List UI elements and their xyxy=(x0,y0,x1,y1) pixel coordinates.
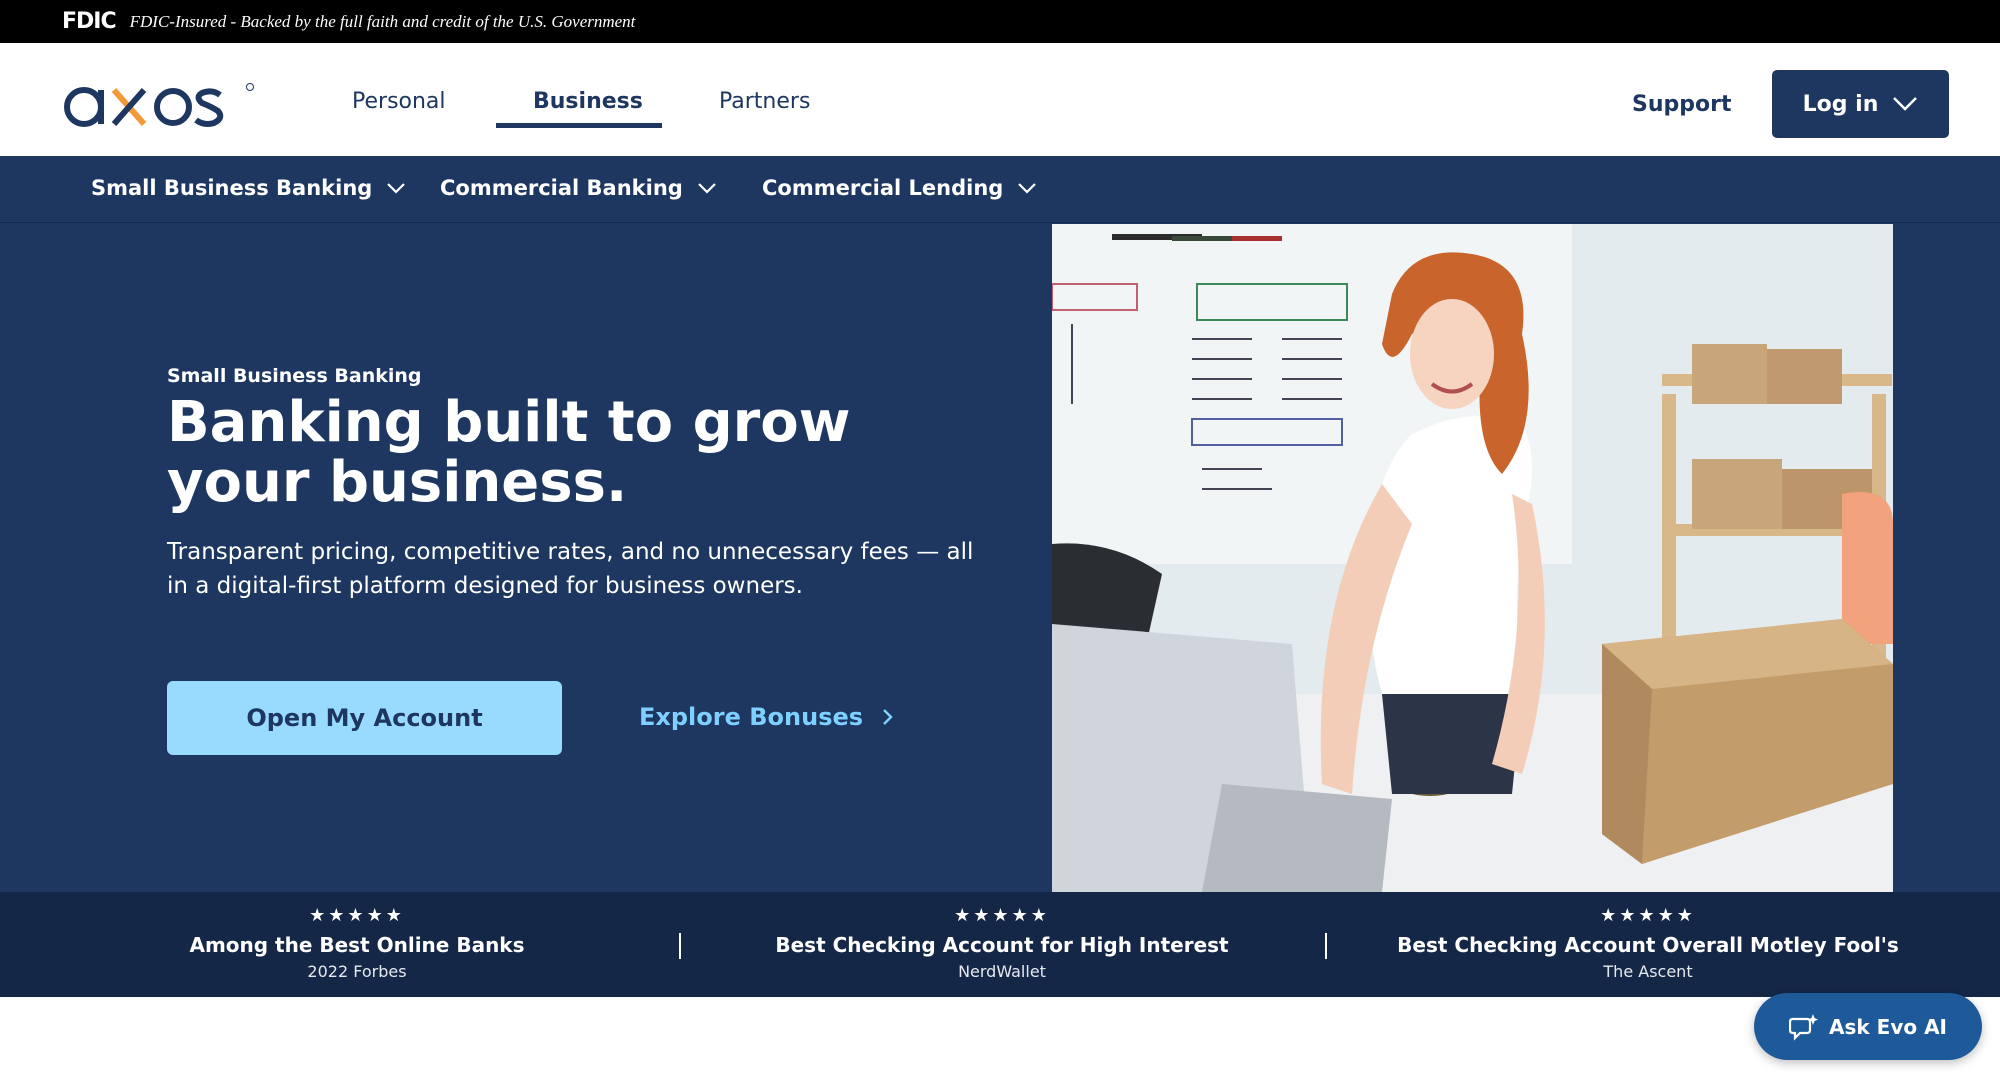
hero-headline: Banking built to grow your business. xyxy=(167,390,851,515)
award-item: ★★★★★ Best Checking Account for High Int… xyxy=(702,905,1302,982)
open-account-button[interactable]: Open My Account xyxy=(167,681,562,755)
hero-photo xyxy=(1052,224,1893,892)
chevron-down-icon xyxy=(698,183,716,194)
awards-band: ★★★★★ Among the Best Online Banks 2022 F… xyxy=(0,892,2000,997)
award-title: Best Checking Account for High Interest xyxy=(775,933,1229,957)
fdic-notice: FDIC-Insured - Backed by the full faith … xyxy=(129,11,636,31)
hero-eyebrow: Small Business Banking xyxy=(167,365,422,387)
business-subnav: Small Business Banking Commercial Bankin… xyxy=(0,156,2000,223)
login-label: Log in xyxy=(1802,91,1879,117)
subnav-commercial-lending[interactable]: Commercial Lending xyxy=(762,176,1037,200)
award-title: Best Checking Account Overall Motley Foo… xyxy=(1397,933,1899,957)
rating-stars: ★★★★★ xyxy=(309,905,405,926)
award-source: 2022 Forbes xyxy=(307,962,407,981)
fdic-bar: FDIC FDIC-Insured - Backed by the full f… xyxy=(0,0,2000,43)
chevron-down-icon xyxy=(1893,97,1918,111)
subnav-label: Commercial Banking xyxy=(440,176,683,200)
award-item: ★★★★★ Best Checking Account Overall Motl… xyxy=(1348,905,1948,982)
rating-stars: ★★★★★ xyxy=(1600,905,1696,926)
site-header: Personal Business Partners Support Log i… xyxy=(0,43,2000,156)
award-divider xyxy=(1325,933,1327,959)
subnav-label: Small Business Banking xyxy=(91,176,373,200)
chevron-right-icon xyxy=(883,709,893,725)
subnav-commercial-banking[interactable]: Commercial Banking xyxy=(440,176,717,200)
tab-business[interactable]: Business xyxy=(533,89,643,114)
rating-stars: ★★★★★ xyxy=(954,905,1050,926)
chat-label: Ask Evo AI xyxy=(1829,1014,1947,1039)
chevron-down-icon xyxy=(387,183,406,194)
tab-personal[interactable]: Personal xyxy=(352,89,446,114)
tab-partners[interactable]: Partners xyxy=(719,89,810,114)
chat-sparkle-icon xyxy=(1789,1013,1819,1041)
award-title: Among the Best Online Banks xyxy=(189,933,525,957)
fdic-logo: FDIC xyxy=(62,9,117,34)
award-item: ★★★★★ Among the Best Online Banks 2022 F… xyxy=(57,905,657,982)
support-link[interactable]: Support xyxy=(1632,92,1731,117)
hero-subtext: Transparent pricing, competitive rates, … xyxy=(167,539,974,599)
chevron-down-icon xyxy=(1018,183,1037,194)
award-source: NerdWallet xyxy=(958,962,1046,981)
active-tab-indicator xyxy=(496,123,662,128)
axos-logo[interactable] xyxy=(62,73,262,133)
subnav-label: Commercial Lending xyxy=(762,176,1004,200)
award-source: The Ascent xyxy=(1603,962,1693,981)
subnav-small-business-banking[interactable]: Small Business Banking xyxy=(91,176,406,200)
hero-section: Small Business Banking Banking built to … xyxy=(0,223,2000,892)
login-button[interactable]: Log in xyxy=(1772,70,1949,138)
explore-bonuses-link[interactable]: Explore Bonuses xyxy=(639,703,893,731)
explore-bonuses-label: Explore Bonuses xyxy=(639,703,864,731)
award-divider xyxy=(679,933,681,959)
ask-evo-ai-button[interactable]: Ask Evo AI xyxy=(1754,993,1982,1060)
